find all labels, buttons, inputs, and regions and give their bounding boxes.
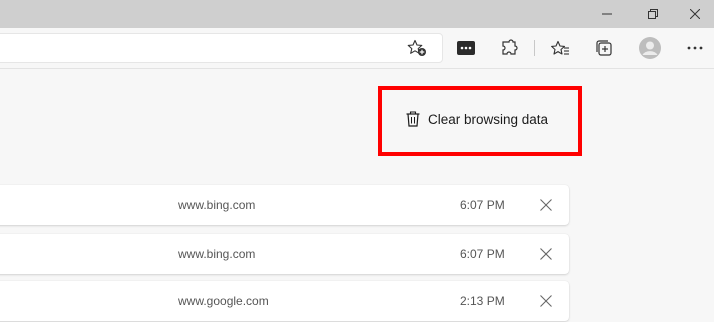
close-icon bbox=[540, 199, 552, 211]
history-item-domain: www.bing.com bbox=[178, 247, 256, 261]
browser-toolbar bbox=[0, 28, 714, 69]
history-item-domain: www.google.com bbox=[178, 294, 269, 308]
collections-icon bbox=[596, 40, 612, 56]
collections-button[interactable] bbox=[590, 34, 618, 62]
extensions-icon bbox=[502, 39, 518, 55]
close-icon bbox=[690, 9, 700, 19]
highlight-box bbox=[378, 86, 582, 156]
remove-history-item-button[interactable] bbox=[538, 197, 554, 213]
minimize-button[interactable] bbox=[584, 0, 630, 28]
profile-avatar-icon bbox=[639, 37, 661, 59]
password-manager-icon bbox=[457, 41, 475, 55]
history-item-time: 6:07 PM bbox=[460, 247, 505, 261]
favorites-button[interactable] bbox=[546, 34, 574, 62]
favorites-icon bbox=[551, 40, 569, 55]
title-bar bbox=[0, 0, 714, 28]
more-menu-icon bbox=[687, 46, 703, 50]
restore-icon bbox=[648, 9, 658, 19]
address-bar[interactable] bbox=[0, 33, 443, 63]
close-window-button[interactable] bbox=[676, 0, 714, 28]
history-item[interactable]: www.google.com 2:13 PM bbox=[0, 281, 569, 321]
history-item-time: 2:13 PM bbox=[460, 294, 505, 308]
profile-button[interactable] bbox=[636, 34, 664, 62]
history-item[interactable]: www.bing.com 6:07 PM bbox=[0, 185, 569, 225]
password-manager-button[interactable] bbox=[452, 34, 480, 62]
remove-history-item-button[interactable] bbox=[538, 293, 554, 309]
extensions-button[interactable] bbox=[496, 34, 524, 62]
favorite-add-button[interactable] bbox=[403, 34, 431, 62]
minimize-icon bbox=[602, 13, 612, 15]
more-menu-button[interactable] bbox=[681, 34, 709, 62]
toolbar-separator bbox=[534, 40, 535, 56]
close-icon bbox=[540, 248, 552, 260]
favorite-add-icon bbox=[407, 39, 426, 56]
history-item-time: 6:07 PM bbox=[460, 198, 505, 212]
history-item-domain: www.bing.com bbox=[178, 198, 256, 212]
history-item[interactable]: www.bing.com 6:07 PM bbox=[0, 234, 569, 274]
remove-history-item-button[interactable] bbox=[538, 246, 554, 262]
restore-button[interactable] bbox=[630, 0, 676, 28]
close-icon bbox=[540, 295, 552, 307]
